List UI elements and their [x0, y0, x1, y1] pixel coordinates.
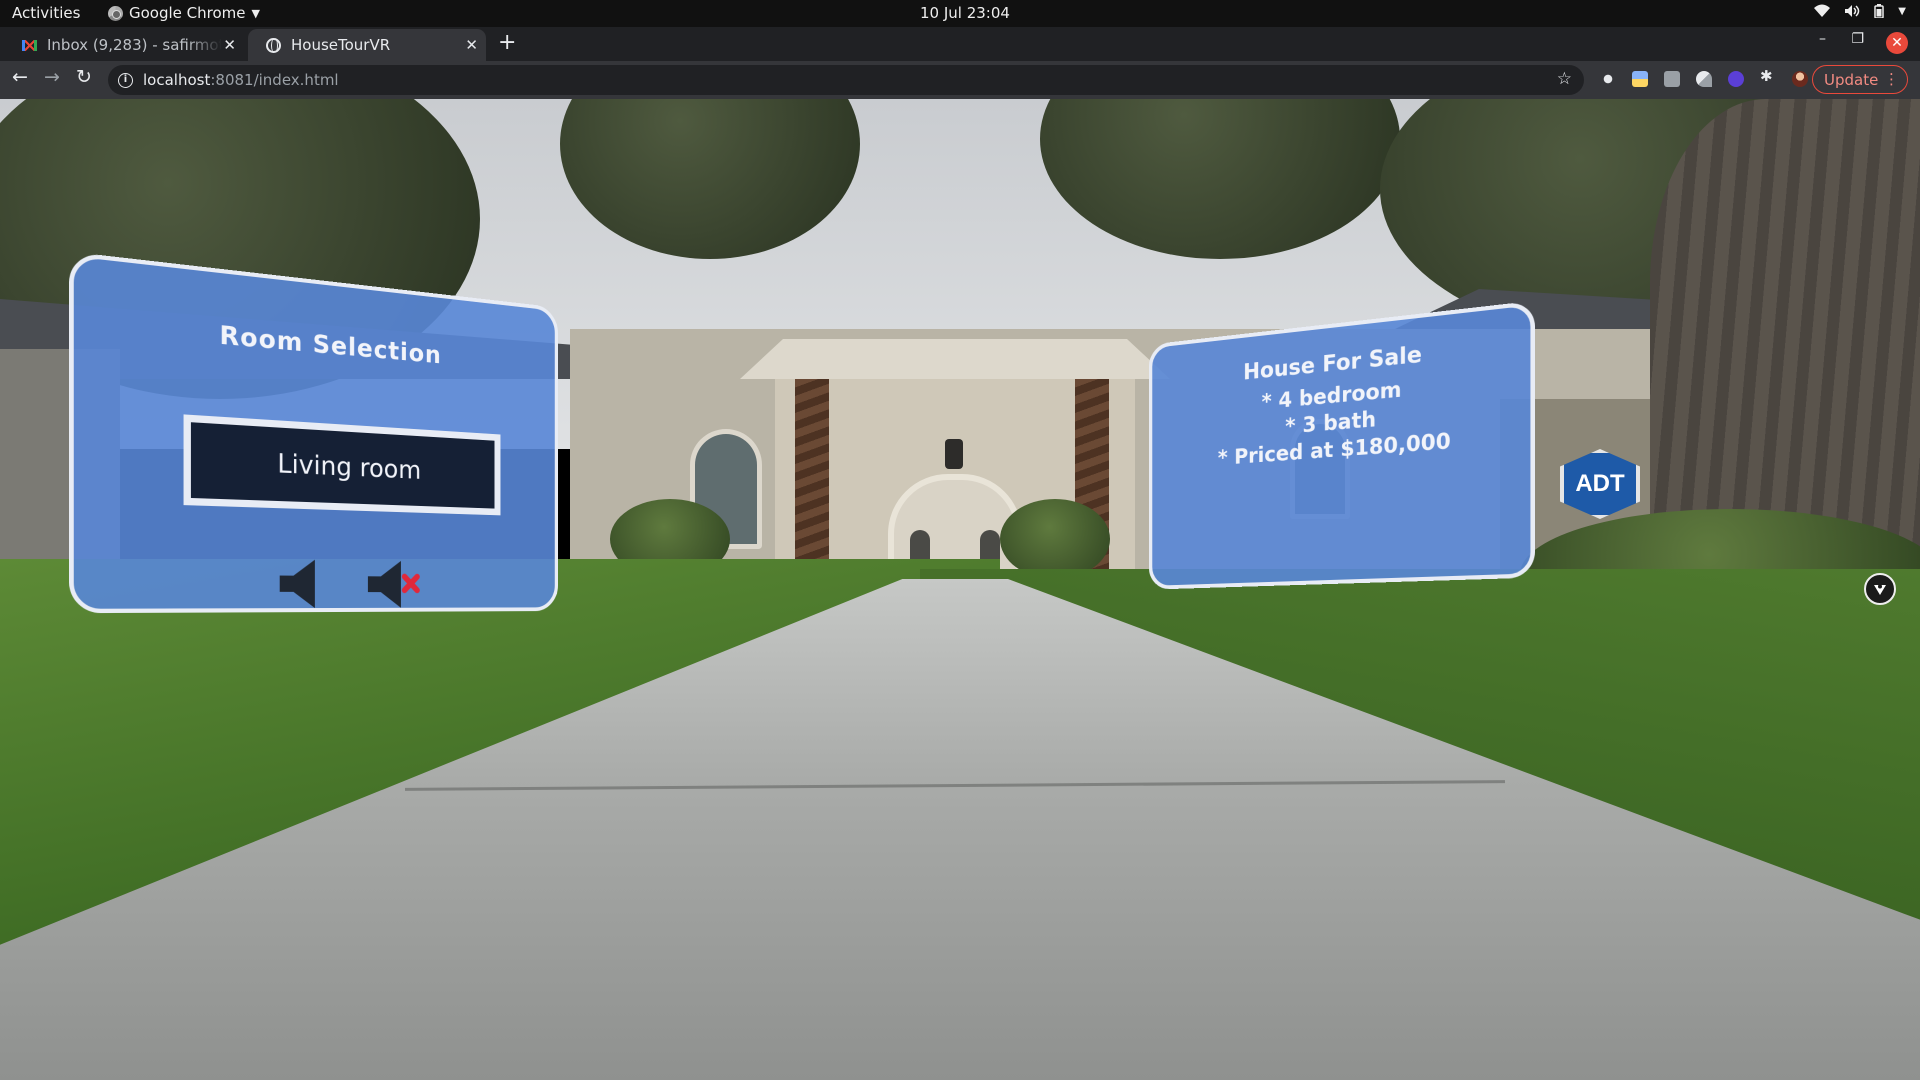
wifi-icon	[1814, 4, 1831, 17]
tab-title: HouseTourVR	[291, 36, 391, 54]
url-host: localhost	[143, 71, 211, 89]
close-window-button[interactable]: ✕	[1886, 32, 1908, 54]
site-info-icon[interactable]: i	[118, 72, 133, 88]
enter-vr-button[interactable]	[1864, 573, 1896, 605]
tab-strip: Inbox (9,283) - safirmotiw ✕ HouseTourVR…	[0, 27, 1920, 61]
minimize-icon[interactable]: –	[1819, 31, 1826, 47]
activities-button[interactable]: Activities	[12, 4, 80, 22]
speaker-icon[interactable]	[274, 553, 336, 614]
system-tray[interactable]: ▼	[1814, 4, 1906, 18]
url-path: :8081/index.html	[210, 71, 339, 89]
address-bar[interactable]: i localhost:8081/index.html ☆	[108, 65, 1584, 95]
extension-cloud-icon[interactable]	[1696, 71, 1712, 87]
vr-headset-icon	[1874, 584, 1886, 595]
selected-room-label: Living room	[277, 448, 422, 486]
vr-scene-canvas[interactable]: ADT Room Selection Living room House For…	[0, 99, 1920, 1080]
menu-dots-icon[interactable]: ⋮	[1884, 70, 1899, 88]
clock[interactable]: 10 Jul 23:04	[920, 4, 1010, 22]
room-selection-title: Room Selection	[219, 319, 442, 370]
bookmark-star-icon[interactable]: ☆	[1557, 69, 1572, 89]
extension-badge-icon[interactable]	[1728, 71, 1744, 87]
extension-gear-icon[interactable]	[1600, 71, 1616, 87]
porch-lamp	[945, 439, 963, 469]
tab-housetourvr[interactable]: HouseTourVR ✕	[248, 29, 486, 61]
tab-title: Inbox (9,283) - safirmotiw	[47, 36, 222, 54]
system-top-bar: Activities Google Chrome ▼ 10 Jul 23:04 …	[0, 0, 1920, 27]
room-selector-button[interactable]: Living room	[183, 414, 501, 516]
tab-inbox[interactable]: Inbox (9,283) - safirmotiw ✕	[4, 29, 244, 61]
chrome-icon	[108, 5, 123, 21]
reload-icon[interactable]: ↻	[76, 66, 92, 88]
house-info-panel: House For Sale * 4 bedroom * 3 bath * Pr…	[1148, 300, 1535, 590]
app-menu[interactable]: Google Chrome ▼	[108, 4, 260, 22]
room-selection-panel: Room Selection Living room	[69, 251, 558, 614]
profile-avatar[interactable]	[1792, 71, 1808, 87]
browser-toolbar: ← → ↻ i localhost:8081/index.html ☆ ✱ Up…	[0, 61, 1920, 99]
shrub	[1000, 499, 1110, 579]
battery-icon	[1874, 4, 1885, 18]
app-name: Google Chrome	[129, 4, 246, 22]
new-tab-button[interactable]: +	[498, 30, 516, 55]
chevron-down-icon: ▼	[251, 6, 260, 20]
extension-square-icon[interactable]	[1664, 71, 1680, 87]
close-tab-icon[interactable]: ✕	[223, 36, 236, 54]
extensions-puzzle-icon[interactable]: ✱	[1760, 67, 1776, 85]
restore-icon[interactable]: ❐	[1851, 31, 1864, 47]
close-tab-icon[interactable]: ✕	[465, 36, 478, 54]
speaker-muted-icon[interactable]	[364, 554, 422, 613]
extension-image-icon[interactable]	[1632, 71, 1648, 87]
chevron-down-icon: ▼	[1898, 5, 1906, 17]
globe-icon	[266, 37, 281, 53]
tree-trunk	[1650, 99, 1920, 559]
update-button[interactable]: Update ⋮	[1812, 65, 1908, 94]
gmail-icon	[22, 39, 37, 51]
back-icon[interactable]: ←	[12, 66, 28, 88]
forward-icon[interactable]: →	[44, 66, 60, 88]
update-label: Update	[1824, 70, 1879, 89]
volume-icon	[1845, 5, 1860, 17]
